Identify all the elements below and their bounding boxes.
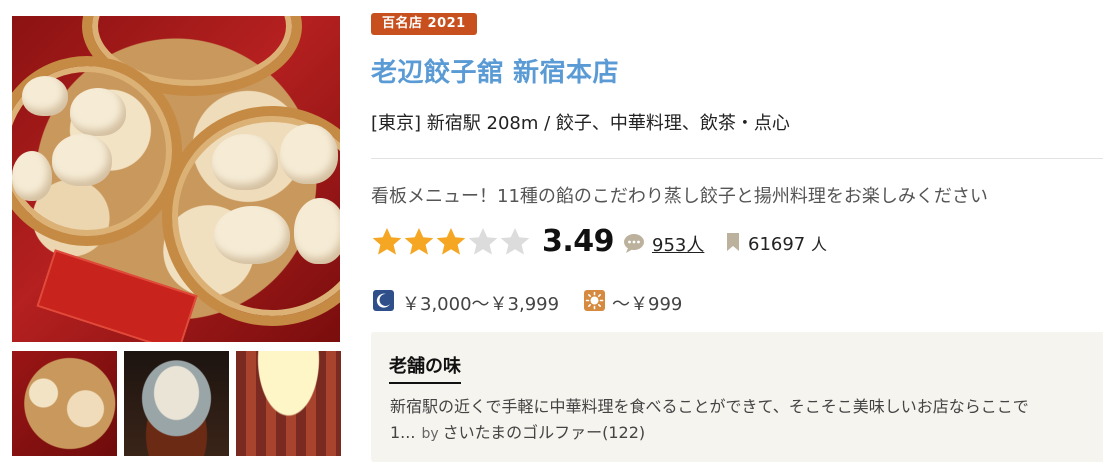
review-author-link[interactable]: さいたまのゴルファー(122) bbox=[443, 423, 646, 442]
star-rating bbox=[371, 226, 531, 258]
save-count-number: 61697 bbox=[748, 234, 806, 255]
sun-icon bbox=[584, 290, 605, 311]
dumpling-shape bbox=[294, 198, 340, 264]
dumpling-shape bbox=[280, 124, 338, 184]
photo-thumbnail-1[interactable] bbox=[12, 351, 117, 456]
lunch-price: ～￥999 bbox=[612, 294, 683, 315]
star-empty-icon bbox=[500, 228, 530, 255]
review-by-label: by bbox=[421, 426, 439, 442]
bookmark-icon bbox=[727, 233, 739, 251]
dumpling-shape bbox=[212, 134, 278, 190]
review-excerpt-box[interactable]: 老舗の味 新宿駅の近くで手軽に中華料理を食べることができて、そこそこ美味しいお店… bbox=[371, 332, 1103, 462]
save-count: 61697 人 bbox=[748, 231, 827, 255]
hyakumeiten-badge: 百名店 2021 bbox=[371, 13, 477, 35]
star-filled-icon bbox=[436, 228, 466, 255]
main-photo[interactable] bbox=[12, 16, 340, 342]
rating-row: 3.49 953人 61697 人 bbox=[371, 224, 1103, 262]
review-body-line-2: 1... by さいたまのゴルファー(122) bbox=[390, 419, 645, 443]
moon-icon bbox=[373, 290, 394, 311]
area-genre-line: [東京] 新宿駅 208m / 餃子、中華料理、飲茶・点心 bbox=[371, 113, 790, 134]
star-filled-icon bbox=[404, 228, 434, 255]
dumpling-shape bbox=[52, 134, 112, 186]
dumpling-shape bbox=[12, 151, 52, 201]
rating-score: 3.49 bbox=[542, 224, 615, 259]
price-row: ￥3,000～￥3,999 ～￥999 bbox=[371, 289, 1103, 315]
dinner-price: ￥3,000～￥3,999 bbox=[402, 294, 560, 315]
photo-thumbnail-2[interactable] bbox=[124, 351, 229, 456]
review-body-line-1: 新宿駅の近くで手軽に中華料理を食べることができて、そこそこ美味しいお店ならここで bbox=[390, 397, 1029, 416]
review-count-link[interactable]: 953人 bbox=[652, 231, 704, 257]
star-empty-icon bbox=[468, 228, 498, 255]
divider bbox=[371, 158, 1103, 159]
save-count-unit: 人 bbox=[811, 235, 828, 254]
dumpling-shape bbox=[70, 88, 126, 136]
catchphrase: 看板メニュー！11種の餡のこだわり蒸し餃子と揚州料理をお楽しみください bbox=[371, 186, 988, 207]
photo-thumbnail-3[interactable] bbox=[236, 351, 341, 456]
dumpling-shape bbox=[214, 206, 290, 264]
dumpling-shape bbox=[22, 76, 68, 116]
star-filled-icon bbox=[372, 228, 402, 255]
comment-icon bbox=[624, 234, 644, 253]
restaurant-name-link[interactable]: 老辺餃子舘 新宿本店 bbox=[371, 52, 619, 89]
review-body-ellipsis: 1... bbox=[390, 423, 416, 442]
review-title: 老舗の味 bbox=[389, 352, 461, 384]
